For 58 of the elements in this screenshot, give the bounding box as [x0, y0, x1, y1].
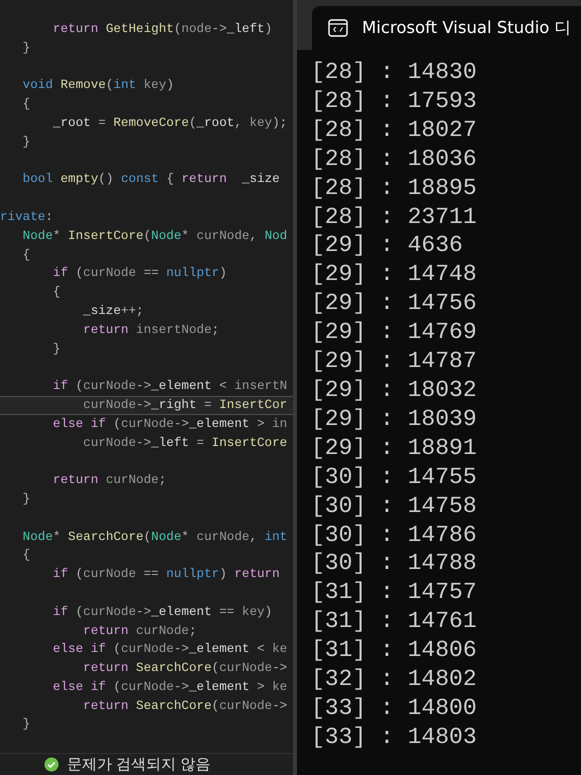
console-output-line: [33] : 14803	[311, 722, 478, 752]
console-output-line: [29] : 14748	[311, 260, 478, 290]
console-output-line: [29] : 4636	[311, 231, 464, 260]
code-line: bool empty() const { return _size	[22, 171, 281, 188]
code-line: Node* SearchCore(Node* curNode, int	[22, 528, 288, 546]
console-output-line: [29] : 14769	[311, 318, 478, 348]
status-message: 문제가 검색되지 않음	[67, 755, 210, 774]
console-output-line: [29] : 18891	[311, 434, 478, 463]
code-line: curNode->_left = InsertCore	[82, 434, 288, 452]
code-line: if (curNode->_element < insertN	[52, 378, 288, 396]
code-line: void Remove(int key)	[22, 77, 175, 94]
code-line: return curNode;	[82, 622, 198, 640]
code-line: if (curNode == nullptr) return	[52, 566, 281, 584]
code-line: Node* InsertCore(Node* curNode, Nod	[22, 228, 288, 245]
code-line: return SearchCore(curNode->	[82, 660, 288, 678]
check-icon	[44, 757, 59, 772]
console-output-line: [31] : 14757	[311, 578, 478, 608]
console-output-line: [28] : 18027	[311, 116, 478, 145]
console-output-line: [31] : 14806	[311, 636, 478, 666]
code-line: }	[22, 490, 32, 508]
code-line: {	[52, 284, 62, 302]
console-output-line: [28] : 18895	[311, 174, 478, 203]
console-output-line: [28] : 18036	[311, 144, 478, 174]
terminal-icon	[328, 19, 348, 37]
code-line: _size++;	[82, 302, 145, 320]
code-line: else if (curNode->_element < ke	[52, 641, 288, 658]
code-line: }	[22, 134, 32, 151]
console-output-line: [29] : 14756	[311, 289, 478, 318]
console-output-line: [29] : 18039	[311, 404, 478, 434]
console-output-line: [32] : 14802	[311, 665, 478, 694]
code-line: }	[22, 716, 32, 734]
console-output-line: [28] : 17593	[311, 86, 478, 116]
console-output-line: [30] : 14758	[311, 492, 478, 520]
code-line: return insertNode;	[82, 322, 220, 339]
code-line: }	[52, 340, 62, 358]
code-line: return GetHeight(node->_left)	[52, 21, 274, 38]
code-line: else if (curNode->_element > ke	[52, 678, 288, 696]
code-line: if (curNode == nullptr)	[52, 265, 228, 282]
console-output-line: [30] : 14755	[311, 462, 478, 492]
console-output-line: [28] : 23711	[311, 202, 478, 232]
code-line: if (curNode->_element == key)	[52, 604, 274, 621]
code-line: return curNode;	[52, 472, 168, 490]
console-output-line: [30] : 14786	[311, 520, 478, 550]
console-output-line: [31] : 14761	[311, 607, 478, 636]
code-line: return SearchCore(curNode->	[82, 698, 288, 715]
code-line: {	[22, 547, 32, 564]
code-line: {	[22, 96, 32, 114]
console-tab[interactable]: Microsoft Visual Studio 디	[312, 6, 581, 50]
code-line: }	[22, 40, 32, 57]
console-output-line: [33] : 14800	[311, 694, 478, 723]
code-line: {	[22, 246, 32, 264]
code-line: else if (curNode->_element > in	[52, 416, 288, 433]
console-output-line: [28] : 14830	[311, 58, 478, 87]
console-output-line: [30] : 14788	[311, 549, 478, 578]
code-line: rivate:	[0, 208, 54, 226]
console-output-line: [29] : 18032	[311, 376, 478, 405]
console-output-line: [29] : 14787	[311, 347, 478, 376]
code-line: _root = RemoveCore(_root, key);	[52, 114, 288, 132]
